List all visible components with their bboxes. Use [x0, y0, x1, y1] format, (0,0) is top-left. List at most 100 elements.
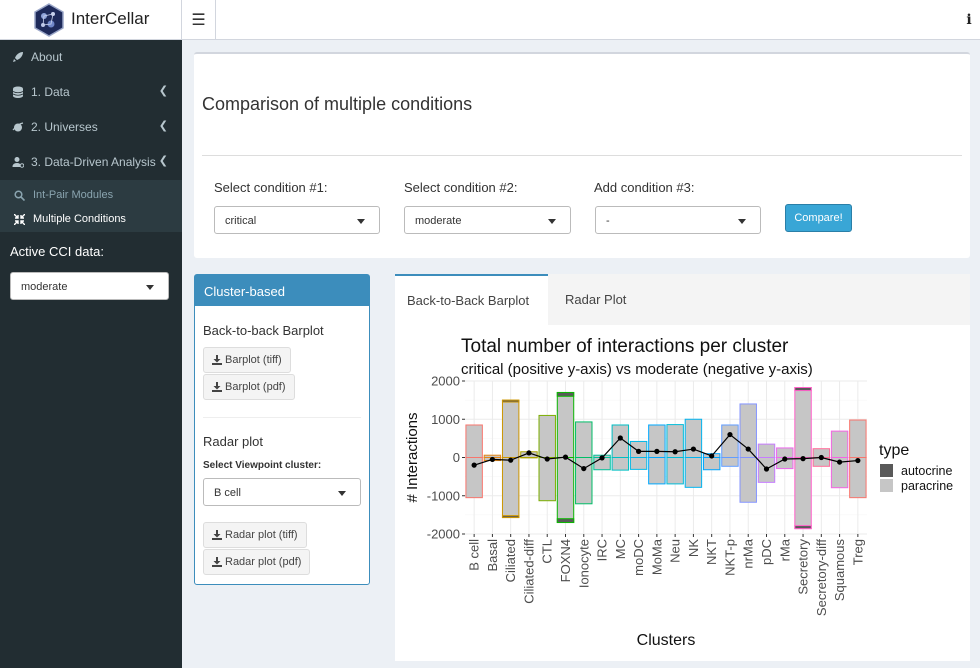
- legend-label-autocrine: autocrine: [901, 464, 952, 478]
- download-icon: [212, 530, 222, 540]
- sidebar-submenu: Int-Pair Modules Multiple Conditions: [0, 180, 182, 232]
- x-tick-label: moDC: [631, 539, 646, 576]
- page-title: Comparison of multiple conditions: [202, 94, 473, 114]
- net-point: [709, 453, 715, 459]
- net-point: [617, 435, 623, 441]
- users-cog-icon: [12, 157, 24, 168]
- barplot-tiff-download-button[interactable]: Barplot (tiff): [203, 347, 291, 373]
- search-icon: [14, 190, 25, 201]
- condition-2-select[interactable]: moderate: [404, 206, 571, 234]
- bar-moderate-autocrine: [556, 518, 575, 524]
- universe-icon: [12, 122, 24, 132]
- caret-down-icon: [338, 491, 346, 496]
- bar-moderate-paracrine: [739, 457, 757, 503]
- sidebar-item-multiple-conditions[interactable]: Multiple Conditions: [0, 208, 182, 232]
- x-tick-label: NKT: [704, 539, 719, 565]
- plot-tab-box: Back-to-Back Barplot Radar Plot Total nu…: [395, 274, 970, 661]
- y-tick-label: 1000: [431, 412, 460, 427]
- x-tick-label: Treg: [850, 539, 865, 565]
- active-cci-label: Active CCI data:: [10, 244, 104, 259]
- app-title: InterCellar: [71, 9, 150, 28]
- net-point: [782, 456, 788, 462]
- radar-tiff-download-button[interactable]: Radar plot (tiff): [203, 522, 307, 548]
- x-tick-label: Squamous: [832, 539, 847, 602]
- hamburger-icon: ☰: [191, 12, 206, 29]
- tab-radar-plot[interactable]: Radar Plot: [553, 274, 643, 325]
- net-point: [836, 459, 843, 465]
- chart-title: Total number of interactions per cluster: [461, 336, 789, 357]
- bar-moderate-paracrine: [629, 457, 648, 470]
- x-tick-label: MC: [613, 539, 628, 559]
- intercellar-logo-icon: [34, 3, 64, 37]
- x-tick-label: NK: [686, 539, 701, 557]
- sidebar-item-label: About: [31, 50, 63, 64]
- sidebar-item-universes[interactable]: 2. Universes ❮: [0, 110, 182, 145]
- net-point: [489, 456, 496, 463]
- sidebar-item-int-pair-modules[interactable]: Int-Pair Modules: [0, 184, 182, 208]
- bar-critical-paracrine: [757, 443, 776, 459]
- active-cci-select[interactable]: moderate: [10, 272, 169, 300]
- net-point: [727, 431, 733, 438]
- net-point: [818, 454, 824, 461]
- bar-moderate-paracrine: [666, 457, 684, 485]
- sidebar-item-label: Multiple Conditions: [33, 213, 126, 225]
- bar-critical-paracrine: [501, 399, 520, 458]
- sidebar-item-label: 1. Data: [31, 85, 70, 99]
- y-tick-label: 2000: [431, 374, 460, 389]
- back-to-back-barplot-chart: Total number of interactions per cluster…: [395, 325, 970, 661]
- download-icon: [212, 557, 222, 567]
- chevron-left-icon: ❮: [158, 155, 168, 167]
- database-icon: [12, 86, 24, 98]
- bar-critical-paracrine: [538, 414, 556, 459]
- x-tick-label: NKT-p: [722, 539, 737, 576]
- y-axis-label: # Interactions: [404, 412, 421, 502]
- x-tick-label: Ciliated: [503, 539, 518, 582]
- button-label: Barplot (tiff): [225, 354, 282, 366]
- radar-pdf-download-button[interactable]: Radar plot (pdf): [203, 549, 311, 575]
- bar-moderate-paracrine: [721, 457, 739, 467]
- viewpoint-cluster-select[interactable]: B cell: [203, 478, 361, 506]
- compare-button[interactable]: Compare!: [785, 204, 852, 232]
- bar-critical-paracrine: [575, 421, 593, 458]
- select-value: moderate: [21, 281, 68, 293]
- compress-icon: [14, 214, 25, 225]
- bar-moderate-paracrine: [648, 457, 666, 485]
- sidebar-item-about[interactable]: About: [0, 40, 182, 75]
- bar-critical-autocrine: [556, 391, 575, 397]
- bar-critical-autocrine: [794, 387, 812, 392]
- divider: [203, 417, 361, 418]
- sidebar-item-data-driven-analysis[interactable]: 3. Data-Driven Analysis ❮: [0, 145, 182, 180]
- bar-moderate-paracrine: [684, 457, 703, 488]
- download-icon: [212, 355, 222, 365]
- x-tick-label: Ionocyte: [576, 539, 591, 588]
- condition-3-select[interactable]: -: [595, 206, 761, 234]
- net-point: [654, 448, 660, 454]
- select-value: B cell: [214, 487, 241, 499]
- select-value: -: [606, 215, 610, 227]
- download-icon: [212, 382, 222, 392]
- tab-back-to-back-barplot[interactable]: Back-to-Back Barplot: [395, 274, 548, 325]
- x-tick-label: Neu: [668, 539, 683, 563]
- bar-moderate-paracrine: [538, 457, 556, 502]
- condition-1-select[interactable]: critical: [214, 206, 380, 234]
- net-point: [508, 457, 514, 463]
- sidebar-toggle-button[interactable]: ☰: [182, 0, 216, 40]
- bar-moderate-paracrine: [702, 457, 721, 471]
- cluster-box-header: Cluster-based: [195, 275, 369, 306]
- info-icon[interactable]: i: [958, 0, 980, 40]
- condition-3-label: Add condition #3:: [594, 180, 695, 195]
- bar-moderate-paracrine: [501, 457, 520, 519]
- bar-critical-paracrine: [849, 419, 867, 458]
- button-label: Radar plot (pdf): [225, 556, 302, 568]
- x-tick-label: Secretory: [796, 539, 811, 595]
- viewpoint-label: Select Viewpoint cluster:: [203, 460, 322, 471]
- x-tick-label: B cell: [467, 539, 482, 571]
- net-point: [581, 465, 587, 472]
- legend-title: type: [879, 442, 909, 459]
- bar-moderate-paracrine: [849, 457, 867, 499]
- divider: [202, 155, 962, 156]
- radar-section-title: Radar plot: [203, 434, 263, 449]
- sidebar-item-data[interactable]: 1. Data ❮: [0, 75, 182, 110]
- barplot-pdf-download-button[interactable]: Barplot (pdf): [203, 374, 295, 400]
- bar-moderate-autocrine: [794, 525, 812, 530]
